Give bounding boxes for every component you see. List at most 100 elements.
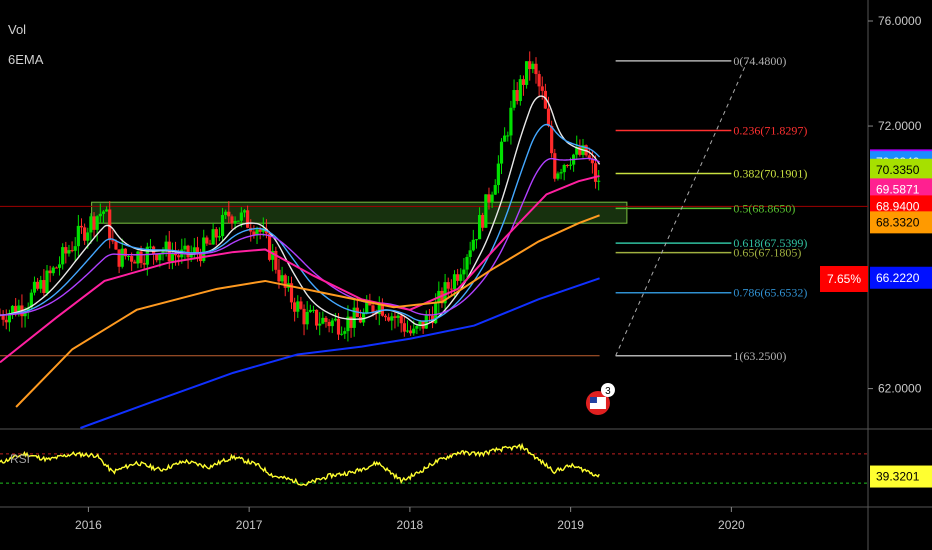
- rsi-indicator-label[interactable]: RSI: [10, 452, 30, 466]
- candle-body: [57, 264, 62, 268]
- candle-body: [459, 274, 463, 281]
- candle-body: [211, 229, 215, 245]
- price-badge-label: 68.3320: [876, 215, 920, 229]
- candle-body: [556, 173, 560, 179]
- candle-body: [51, 267, 55, 274]
- candle-body: [503, 135, 507, 142]
- candle-body: [98, 213, 102, 217]
- candle-body: [393, 316, 397, 318]
- price-badge-label: 66.2220: [876, 271, 920, 285]
- candle-body: [45, 270, 49, 293]
- candle-body: [39, 280, 43, 289]
- x-tick-label: 2020: [718, 518, 745, 532]
- candle-body: [155, 254, 159, 261]
- candle-body: [493, 185, 497, 195]
- candle-body: [390, 316, 394, 321]
- candle-body: [83, 227, 87, 241]
- candle-body: [311, 309, 316, 311]
- candle-body: [120, 248, 124, 267]
- candle-body: [452, 274, 457, 290]
- candle-body: [61, 247, 65, 265]
- candle-body: [365, 302, 369, 313]
- candle-body: [324, 317, 328, 322]
- fib-level-label: 0.5(68.8650): [733, 201, 795, 215]
- candle-body: [95, 216, 99, 230]
- price-badge-label: 68.9400: [876, 199, 920, 213]
- candle-body: [117, 249, 121, 267]
- candle-body: [553, 153, 557, 179]
- candle-body: [227, 211, 231, 217]
- candle-body: [70, 250, 74, 252]
- candle-body: [490, 194, 494, 203]
- candle-body: [48, 270, 52, 274]
- candle-body: [499, 141, 504, 164]
- candle-body: [302, 308, 306, 325]
- candle-body: [1, 315, 5, 320]
- fib-level-label: 0(74.4800): [733, 54, 786, 68]
- candle-body: [562, 165, 566, 173]
- candle-body: [336, 318, 341, 335]
- candle-body: [280, 275, 284, 282]
- candle-body: [383, 315, 388, 318]
- rsi-value-label: 39.3201: [876, 470, 920, 484]
- x-tick-label: 2017: [236, 518, 263, 532]
- candle-body: [487, 194, 491, 203]
- candle-body: [136, 251, 140, 264]
- candle-body: [277, 269, 281, 282]
- candle-body: [512, 90, 516, 108]
- candle-body: [170, 253, 174, 262]
- candle-body: [205, 237, 209, 244]
- candle-body: [267, 233, 272, 260]
- candle-body: [67, 250, 71, 254]
- price-chart[interactable]: 76.0000 72.0000 62.0000 2016 2017 2018 2019 202…: [0, 0, 932, 550]
- candle-body: [79, 225, 84, 228]
- candle-body: [220, 214, 225, 237]
- candle-body: [349, 316, 353, 328]
- candle-body: [299, 301, 303, 309]
- candle-body: [230, 216, 234, 224]
- candle-body: [36, 281, 40, 289]
- candle-body: [158, 254, 162, 261]
- candle-body: [4, 319, 8, 323]
- candle-body: [524, 61, 529, 85]
- candle-body: [456, 274, 460, 281]
- candle-body: [399, 315, 403, 324]
- candle-body: [89, 216, 93, 233]
- candle-body: [64, 247, 68, 254]
- candle-body: [10, 305, 15, 314]
- percent-change-badge: 7.65%: [820, 266, 868, 292]
- event-flag-canton: [589, 397, 597, 403]
- candle-body: [139, 251, 143, 263]
- candle-body: [540, 86, 544, 91]
- price-badge-label: 70.3350: [876, 163, 920, 177]
- candle-body: [550, 125, 554, 154]
- candle-body: [405, 330, 410, 332]
- candle-body: [73, 246, 77, 251]
- candle-body: [108, 209, 112, 241]
- candle-body: [148, 246, 153, 248]
- candle-body: [314, 309, 319, 326]
- support-zone: [91, 201, 628, 224]
- candle-body: [593, 163, 598, 182]
- candle-body: [597, 180, 601, 182]
- candle-body: [142, 262, 146, 265]
- candle-body: [330, 320, 334, 327]
- candle-body: [528, 61, 532, 70]
- candle-body: [396, 315, 400, 318]
- candle-body: [217, 236, 222, 238]
- ema-indicator-label[interactable]: 6EMA: [8, 52, 43, 67]
- candle-body: [333, 318, 337, 321]
- rsi-line: [0, 442, 600, 487]
- candle-body: [246, 210, 250, 228]
- candle-body: [305, 312, 309, 325]
- candle-body: [293, 302, 297, 312]
- candle-body: [177, 255, 181, 258]
- candle-body: [208, 243, 212, 245]
- volume-indicator-label[interactable]: Vol: [8, 22, 26, 37]
- candle-body: [233, 221, 237, 224]
- candle-body: [101, 211, 106, 214]
- candle-body: [415, 325, 419, 329]
- candle-body: [76, 225, 80, 247]
- fib-level-label: 0.786(65.6532): [733, 286, 807, 300]
- candle-body: [474, 239, 479, 241]
